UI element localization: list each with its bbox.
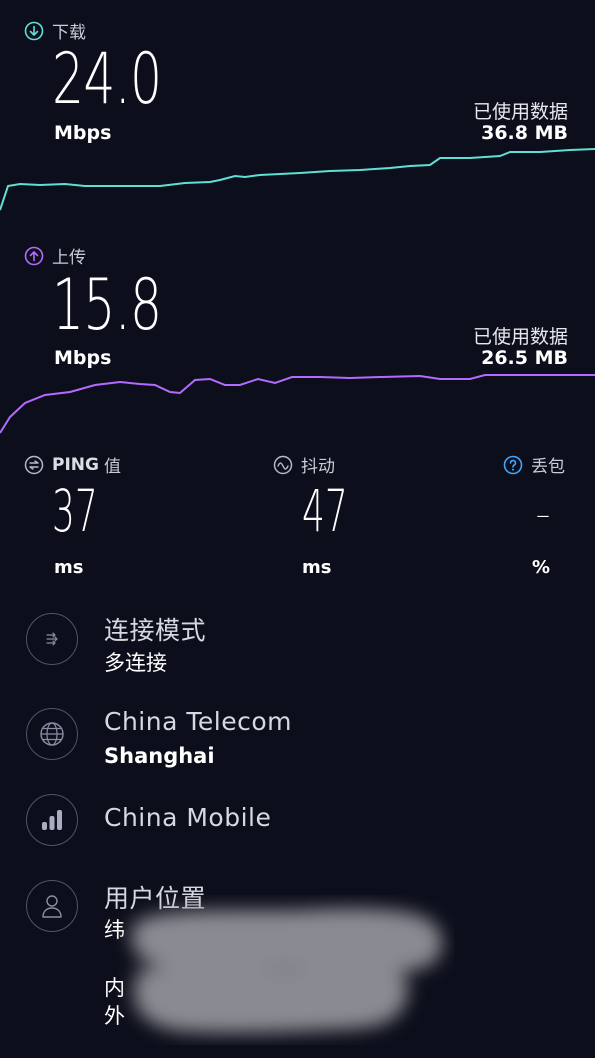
jitter-value: 47: [302, 477, 348, 545]
connection-mode-value: 多连接: [104, 651, 167, 675]
packet-loss-label[interactable]: 丢包: [503, 452, 565, 477]
packet-loss-value: –: [536, 498, 550, 531]
download-speed-graph: [0, 148, 595, 211]
ping-label-zh: 值: [103, 457, 121, 477]
provider-city: Shanghai: [104, 744, 215, 768]
ping-unit: ms: [54, 557, 84, 578]
download-speed-value: 24.0: [52, 38, 162, 120]
signal-bars-icon: [26, 794, 78, 846]
packet-loss-unit: %: [532, 557, 551, 578]
help-circle-icon[interactable]: [503, 455, 523, 475]
ping-label: PING 值: [24, 452, 121, 477]
download-arrow-icon: [24, 21, 44, 41]
ping-value: 37: [52, 477, 98, 545]
ping-label-en: PING: [52, 454, 99, 475]
upload-data-used-label: 已使用数据: [472, 326, 568, 348]
jitter-label: 抖动: [273, 452, 335, 477]
upload-arrow-icon: [24, 246, 44, 266]
redaction-blur: [131, 908, 443, 1033]
upload-speed-value: 15.8: [52, 264, 162, 346]
download-data-used-label: 已使用数据: [472, 101, 568, 123]
jitter-unit: ms: [302, 557, 332, 578]
upload-speed-graph: [0, 374, 595, 434]
globe-icon: [26, 708, 78, 760]
carrier-name: China Mobile: [104, 803, 272, 832]
user-icon: [26, 880, 78, 932]
jitter-label-text: 抖动: [301, 457, 335, 477]
packet-loss-label-text: 丢包: [531, 457, 565, 477]
jitter-icon: [273, 455, 293, 475]
multi-connection-icon: [26, 613, 78, 665]
connection-mode-title: 连接模式: [104, 616, 207, 645]
ping-icon: [24, 455, 44, 475]
provider-name: China Telecom: [104, 707, 292, 736]
